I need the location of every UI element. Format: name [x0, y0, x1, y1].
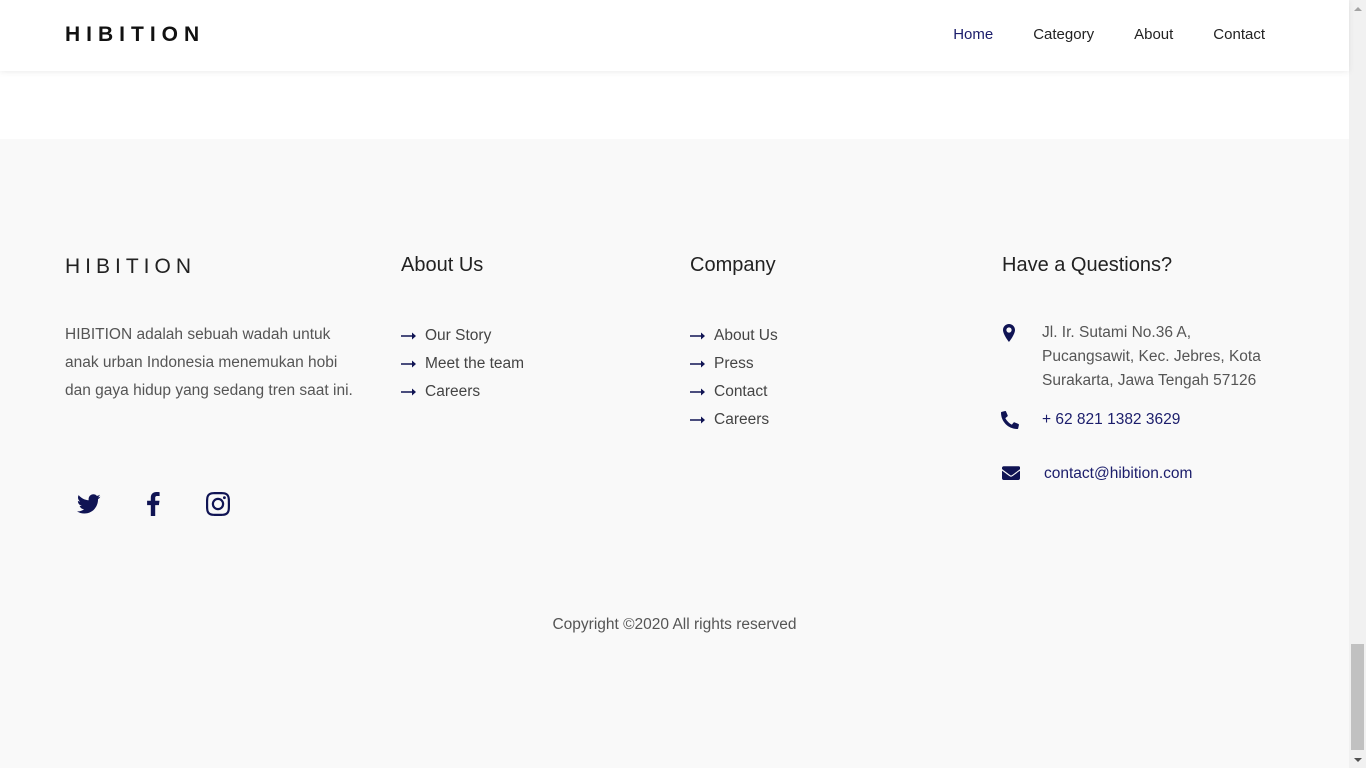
contact-heading: Have a Questions? [1002, 254, 1173, 276]
nav-category[interactable]: Category [1033, 26, 1094, 43]
company-heading: Company [690, 254, 776, 276]
footer-description: HIBITION adalah sebuah wadah untuk anak … [65, 326, 353, 399]
link-label: Careers [714, 411, 770, 428]
company-link-about-us[interactable]: About Us [690, 322, 778, 350]
arrow-right-icon [401, 387, 416, 397]
link-label: About Us [714, 327, 778, 344]
arrow-right-icon [690, 387, 705, 397]
company-link-careers[interactable]: Careers [690, 406, 778, 434]
instagram-icon [206, 491, 230, 521]
link-label: Our Story [425, 327, 492, 344]
company-links: About Us Press Contact Careers [690, 322, 778, 434]
arrow-right-icon [690, 415, 705, 425]
phone-icon [1001, 411, 1019, 429]
about-link-meet-the-team[interactable]: Meet the team [401, 350, 524, 378]
arrow-right-icon [690, 359, 705, 369]
scroll-thumb[interactable] [1351, 644, 1364, 750]
nav-contact[interactable]: Contact [1213, 26, 1265, 43]
navbar-brand[interactable]: HIBITION [65, 23, 205, 47]
scroll-down-arrow[interactable] [1349, 751, 1366, 768]
about-heading: About Us [401, 254, 484, 276]
vertical-scrollbar[interactable] [1349, 0, 1366, 768]
about-link-our-story[interactable]: Our Story [401, 322, 524, 350]
nav-menu: Home Category About Contact [953, 26, 1265, 43]
envelope-icon [1002, 465, 1020, 483]
twitter-icon [76, 492, 101, 521]
contact-phone[interactable]: + 62 821 1382 3629 [1042, 408, 1180, 432]
facebook-link[interactable] [135, 488, 171, 524]
company-link-press[interactable]: Press [690, 350, 778, 378]
link-label: Contact [714, 383, 768, 400]
arrow-right-icon [401, 359, 416, 369]
footer-brand: HIBITION [65, 255, 197, 278]
instagram-link[interactable] [200, 488, 236, 524]
link-label: Meet the team [425, 355, 525, 372]
link-label: Press [714, 355, 754, 372]
contact-email[interactable]: contact@hibition.com [1044, 462, 1192, 486]
arrow-right-icon [401, 331, 416, 341]
map-marker-icon [1000, 324, 1018, 342]
copyright-text: Copyright ©2020 All rights reserved [552, 616, 797, 633]
nav-about[interactable]: About [1134, 26, 1173, 43]
about-link-careers[interactable]: Careers [401, 378, 524, 406]
twitter-link[interactable] [71, 488, 107, 524]
company-link-contact[interactable]: Contact [690, 378, 778, 406]
contact-address: Jl. Ir. Sutami No.36 A, Pucangsawit, Kec… [1042, 324, 1261, 389]
navbar: HIBITION Home Category About Contact [0, 0, 1349, 71]
arrow-right-icon [690, 331, 705, 341]
link-label: Careers [425, 383, 481, 400]
nav-home[interactable]: Home [953, 26, 993, 43]
about-links: Our Story Meet the team Careers [401, 322, 524, 406]
facebook-icon [141, 491, 165, 521]
page: HIBITION Home Category About Contact HIB… [0, 0, 1349, 768]
scroll-up-arrow[interactable] [1349, 0, 1366, 17]
